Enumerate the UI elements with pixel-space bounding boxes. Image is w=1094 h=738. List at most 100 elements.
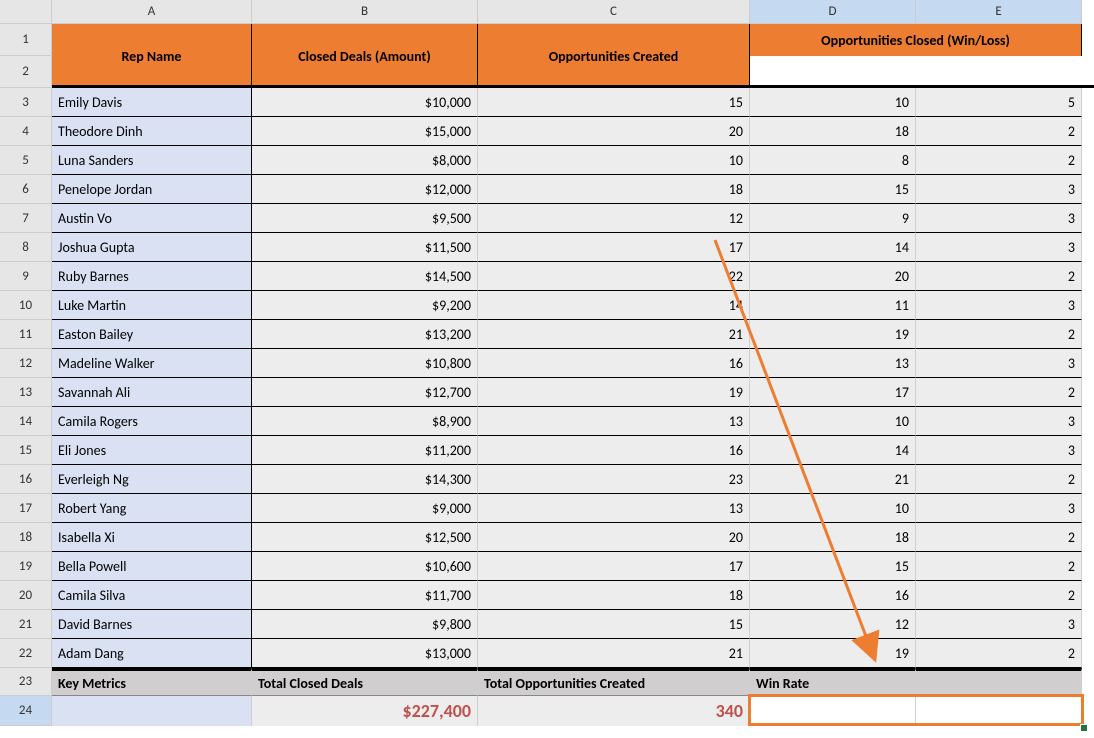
cell-opp[interactable]: 21 (478, 639, 750, 668)
cell-loss[interactable]: 3 (916, 407, 1082, 436)
row-header-11[interactable]: 11 (0, 320, 52, 349)
cell-loss[interactable]: 2 (916, 320, 1082, 349)
cell-loss[interactable]: 2 (916, 262, 1082, 291)
cell-loss[interactable]: 3 (916, 204, 1082, 233)
cell-loss[interactable]: 2 (916, 581, 1082, 610)
cell-win[interactable]: 15 (750, 552, 916, 581)
cell-amount[interactable]: $8,900 (252, 407, 478, 436)
cell-name[interactable]: Austin Vo (52, 204, 252, 233)
cell-loss[interactable]: 2 (916, 378, 1082, 407)
cell-opp[interactable]: 12 (478, 204, 750, 233)
row-header-5[interactable]: 5 (0, 146, 52, 175)
cell-win[interactable]: 13 (750, 349, 916, 378)
col-header-B[interactable]: B (252, 0, 478, 24)
cell-loss[interactable]: 3 (916, 610, 1082, 639)
cell-loss[interactable]: 2 (916, 639, 1082, 668)
cell-win[interactable]: 15 (750, 175, 916, 204)
cell-opp[interactable]: 14 (478, 291, 750, 320)
cell-name[interactable]: Eli Jones (52, 436, 252, 465)
col-header-E[interactable]: E (916, 0, 1082, 24)
row-header-23[interactable]: 23 (0, 668, 52, 696)
row-header-16[interactable]: 16 (0, 465, 52, 494)
total-row-name[interactable] (52, 696, 252, 726)
select-all-corner[interactable] (0, 0, 52, 24)
cell-name[interactable]: Easton Bailey (52, 320, 252, 349)
cell-loss[interactable]: 2 (916, 117, 1082, 146)
cell-opp[interactable]: 16 (478, 436, 750, 465)
cell-name[interactable]: Camila Rogers (52, 407, 252, 436)
key-metrics-label[interactable]: Key Metrics (52, 668, 252, 696)
win-rate-value[interactable] (750, 696, 916, 726)
cell-name[interactable]: Ruby Barnes (52, 262, 252, 291)
cell-opp[interactable]: 15 (478, 610, 750, 639)
cell-amount[interactable]: $14,500 (252, 262, 478, 291)
cell-amount[interactable]: $10,800 (252, 349, 478, 378)
cell-loss[interactable]: 3 (916, 291, 1082, 320)
row-header-17[interactable]: 17 (0, 494, 52, 523)
cell-opp[interactable]: 20 (478, 523, 750, 552)
cell-win[interactable]: 10 (750, 88, 916, 117)
cell-win[interactable]: 9 (750, 204, 916, 233)
cell-name[interactable]: Emily Davis (52, 88, 252, 117)
cell-name[interactable]: Penelope Jordan (52, 175, 252, 204)
cell-loss[interactable]: 2 (916, 523, 1082, 552)
row-header-13[interactable]: 13 (0, 378, 52, 407)
cell-name[interactable]: Bella Powell (52, 552, 252, 581)
row-header-3[interactable]: 3 (0, 88, 52, 117)
cell-loss[interactable]: 3 (916, 349, 1082, 378)
row-header-24[interactable]: 24 (0, 696, 52, 726)
cell-loss[interactable]: 3 (916, 436, 1082, 465)
row-header-1[interactable]: 1 (0, 24, 52, 56)
cell-win[interactable]: 19 (750, 320, 916, 349)
cell-loss[interactable]: 2 (916, 465, 1082, 494)
row-header-7[interactable]: 7 (0, 204, 52, 233)
cell-amount[interactable]: $9,500 (252, 204, 478, 233)
cell-win[interactable]: 17 (750, 378, 916, 407)
row-header-14[interactable]: 14 (0, 407, 52, 436)
cell-win[interactable]: 14 (750, 436, 916, 465)
col-header-A[interactable]: A (52, 0, 252, 24)
cell-win[interactable]: 18 (750, 523, 916, 552)
row-header-21[interactable]: 21 (0, 610, 52, 639)
cell-opp[interactable]: 16 (478, 349, 750, 378)
row-header-6[interactable]: 6 (0, 175, 52, 204)
cell-amount[interactable]: $12,500 (252, 523, 478, 552)
total-opp-value[interactable]: 340 (478, 696, 750, 726)
cell-opp[interactable]: 13 (478, 494, 750, 523)
row-header-10[interactable]: 10 (0, 291, 52, 320)
header-opp-closed[interactable]: Opportunities Closed (Win/Loss) (750, 24, 1082, 56)
cell-win[interactable]: 10 (750, 407, 916, 436)
row-header-22[interactable]: 22 (0, 639, 52, 668)
col-header-D[interactable]: D (750, 0, 916, 24)
cell-win[interactable]: 19 (750, 639, 916, 668)
cell-name[interactable]: Theodore Dinh (52, 117, 252, 146)
avg-label[interactable] (916, 668, 1082, 696)
cell-amount[interactable]: $11,200 (252, 436, 478, 465)
cell-name[interactable]: Savannah Ali (52, 378, 252, 407)
cell-name[interactable]: Luna Sanders (52, 146, 252, 175)
cell-amount[interactable]: $13,200 (252, 320, 478, 349)
cell-win[interactable]: 11 (750, 291, 916, 320)
cell-name[interactable]: Camila Silva (52, 581, 252, 610)
cell-opp[interactable]: 18 (478, 581, 750, 610)
cell-win[interactable]: 16 (750, 581, 916, 610)
row-header-2[interactable]: 2 (0, 56, 52, 88)
cell-opp[interactable]: 21 (478, 320, 750, 349)
cell-amount[interactable]: $12,000 (252, 175, 478, 204)
cell-name[interactable]: Isabella Xi (52, 523, 252, 552)
cell-name[interactable]: Madeline Walker (52, 349, 252, 378)
cell-amount[interactable]: $15,000 (252, 117, 478, 146)
cell-amount[interactable]: $13,000 (252, 639, 478, 668)
cell-loss[interactable]: 3 (916, 494, 1082, 523)
cell-loss[interactable]: 2 (916, 146, 1082, 175)
avg-value[interactable] (916, 696, 1082, 726)
cell-amount[interactable]: $9,800 (252, 610, 478, 639)
cell-amount[interactable]: $12,700 (252, 378, 478, 407)
cell-amount[interactable]: $9,000 (252, 494, 478, 523)
cell-win[interactable]: 18 (750, 117, 916, 146)
cell-name[interactable]: David Barnes (52, 610, 252, 639)
win-rate-label[interactable]: Win Rate (750, 668, 916, 696)
cell-amount[interactable]: $11,700 (252, 581, 478, 610)
total-closed-value[interactable]: $227,400 (252, 696, 478, 726)
row-header-20[interactable]: 20 (0, 581, 52, 610)
